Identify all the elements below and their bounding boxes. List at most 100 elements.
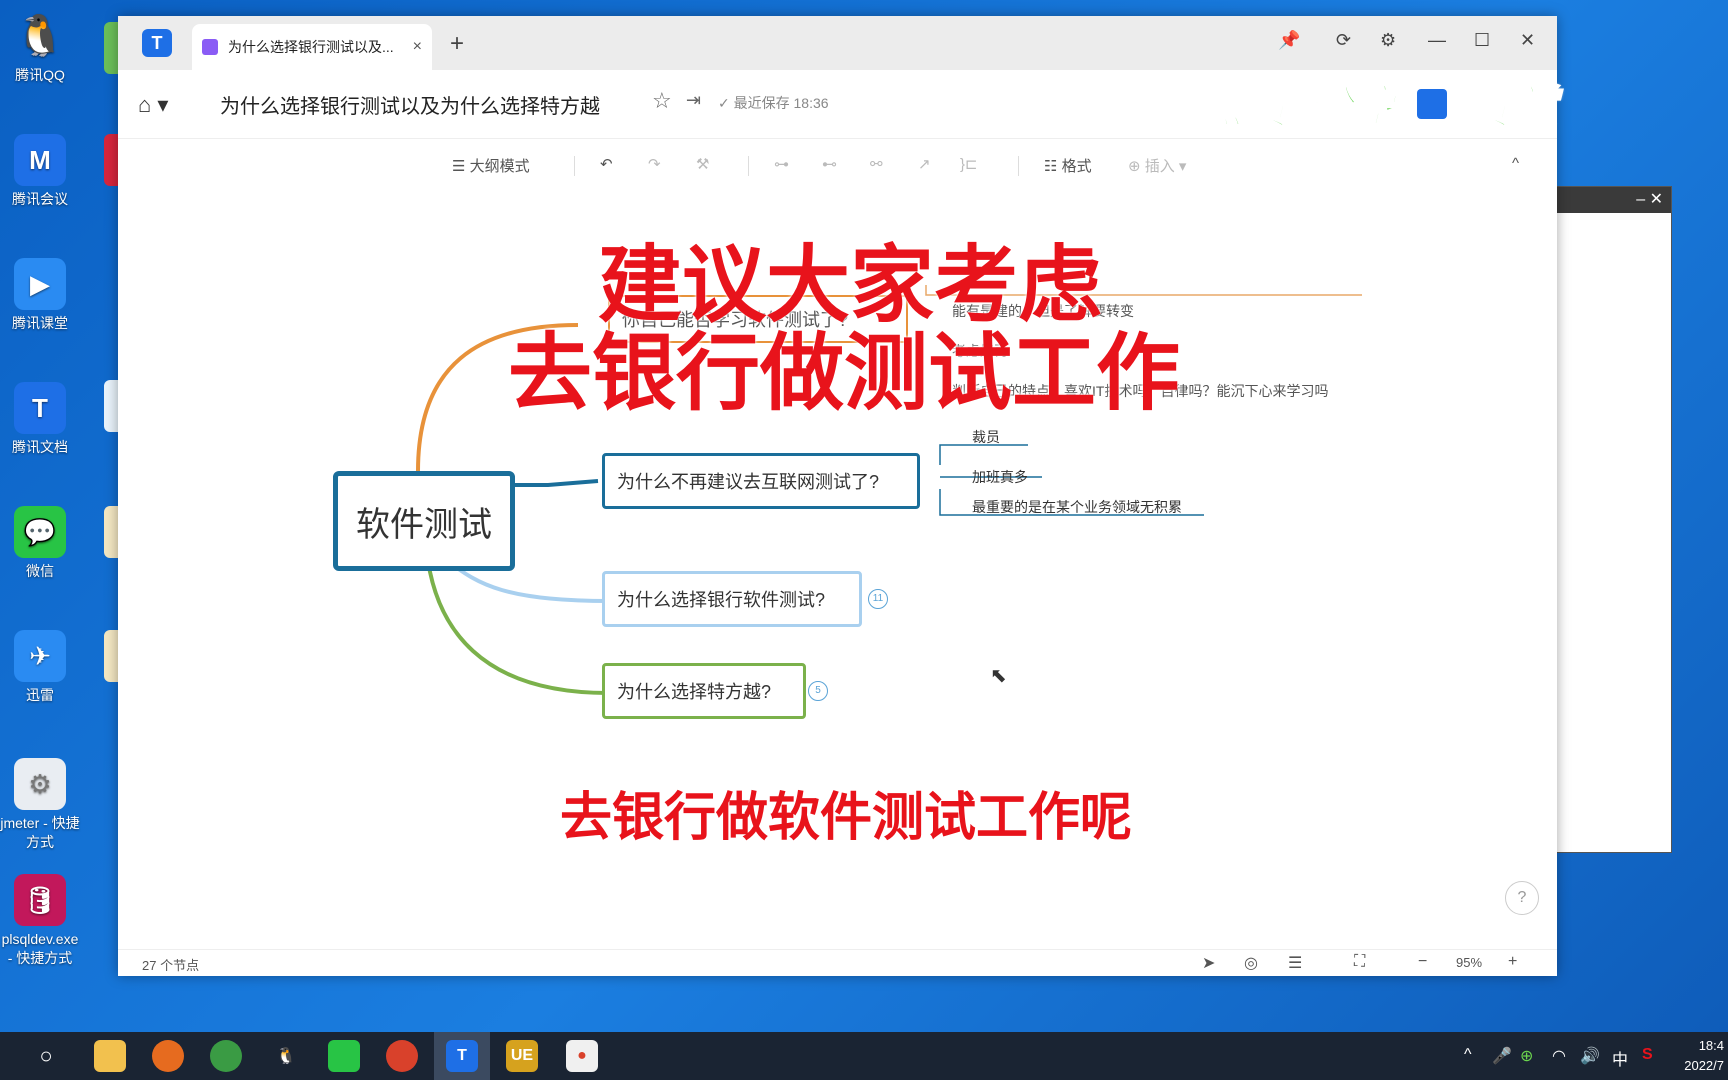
ue-editor-icon[interactable]: UE — [506, 1040, 538, 1072]
mindmap-canvas[interactable]: 软件测试 你自己能否学习软件测试了? 为什么不再建议去互联网测试了? 为什么选择… — [118, 195, 1557, 955]
tab-close-icon[interactable]: × — [413, 38, 422, 56]
leaf-connector — [939, 444, 1028, 465]
desktop-icon-tencent-docs[interactable]: T 腾讯文档 — [0, 382, 80, 457]
chrome-icon[interactable] — [210, 1040, 242, 1072]
system-clock[interactable]: 18:4 2022/7 — [1684, 1036, 1724, 1076]
taskbar: ○ 🐧 T UE ● ^ 🎤 ⊕ ◠ 🔊 中 S 18:4 2022/7 — [0, 1032, 1728, 1080]
connector-icon[interactable]: ↗ — [918, 155, 931, 173]
document-title[interactable]: 为什么选择银行测试以及为什么选择特方越 — [220, 90, 600, 119]
file-explorer-icon[interactable] — [94, 1040, 126, 1072]
collapse-toolbar-button[interactable]: ^ — [1512, 155, 1519, 172]
sogou-ime-icon[interactable]: S — [1642, 1046, 1653, 1064]
close-button[interactable]: ✕ — [1520, 30, 1535, 51]
wifi-icon[interactable]: ◠ — [1552, 1046, 1566, 1066]
settings-icon[interactable]: ⚙ — [1380, 30, 1396, 51]
outline-mode-button[interactable]: ☰ 大纲模式 — [452, 155, 530, 176]
summary-icon[interactable]: }⊏ — [960, 155, 978, 173]
layout-icon[interactable]: ☰ — [1288, 953, 1302, 973]
locate-icon[interactable]: ➤ — [1202, 953, 1215, 973]
mouse-cursor-icon: ⬉ — [990, 665, 1007, 687]
child-node-icon[interactable]: ⊶ — [774, 155, 789, 173]
plsqldev-icon: 🛢 — [14, 874, 66, 926]
desktop-icon-jmeter[interactable]: ⚙ jmeter - 快捷方式 — [0, 758, 80, 852]
mindmap-root-node[interactable]: 软件测试 — [333, 471, 515, 571]
desktop-icon-label: 腾讯会议 — [12, 191, 68, 207]
editor-toolbar: ☰ 大纲模式 ↶ ↷ ⚒ ⊶ ⊷ ⚯ ↗ }⊏ ☷ 格式 ⊕ 插入 ▾ ^ — [118, 139, 1557, 196]
snail-app-icon[interactable] — [386, 1040, 418, 1072]
zoom-level[interactable]: 95% — [1456, 955, 1482, 970]
fullscreen-icon[interactable]: ⛶ — [1354, 953, 1365, 971]
desktop-icon-label: plsqldev.exe - 快捷方式 — [1, 931, 79, 966]
ime-indicator[interactable]: 中 — [1612, 1046, 1628, 1070]
branch-node-bank[interactable]: 为什么选择银行软件测试? — [602, 571, 862, 627]
branch-node-tfy[interactable]: 为什么选择特方越? — [602, 663, 806, 719]
banner-reward: 赞赏 — [1464, 80, 1558, 134]
new-tab-button[interactable]: + — [450, 30, 464, 58]
desktop-icon-plsqldev[interactable]: 🛢 plsqldev.exe - 快捷方式 — [0, 874, 80, 968]
desktop-icon-wechat[interactable]: 💬 微信 — [0, 506, 80, 581]
firefox-icon[interactable] — [152, 1040, 184, 1072]
document-header: ⌂ ▾ 为什么选择银行测试以及为什么选择特方越 ☆ ⇥ ✓ 最近保存 18:36… — [118, 70, 1558, 139]
close-icon[interactable]: ✕ — [1650, 191, 1663, 208]
start-search-icon[interactable]: ○ — [30, 1040, 62, 1072]
branch-label: 为什么选择特方越? — [617, 682, 772, 702]
jmeter-icon: ⚙ — [14, 758, 66, 810]
toolbar-divider — [1018, 156, 1019, 176]
insert-button[interactable]: ⊕ 插入 ▾ — [1128, 155, 1186, 176]
clock-date: 2022/7 — [1684, 1058, 1724, 1073]
relation-icon[interactable]: ⚯ — [870, 155, 883, 173]
background-window[interactable]: – ✕ — [1555, 186, 1672, 853]
desktop-icon-thunder[interactable]: ✈ 迅雷 — [0, 630, 80, 705]
connector-tfy — [426, 560, 609, 695]
presentation-app-icon[interactable]: ● — [566, 1040, 598, 1072]
tab-title: 为什么选择银行测试以及... — [228, 39, 394, 55]
star-icon[interactable]: ☆ — [652, 88, 672, 114]
sync-icon[interactable]: ⟳ — [1336, 30, 1351, 51]
outline-mode-label: 大纲模式 — [469, 158, 530, 175]
tab-document[interactable]: 为什么选择银行测试以及... × — [192, 24, 432, 70]
app-logo-icon[interactable]: T — [142, 29, 172, 57]
collapsed-count-badge[interactable]: 5 — [808, 681, 828, 701]
home-icon[interactable]: ⌂ ▾ — [138, 92, 168, 118]
tray-plus-icon[interactable]: ⊕ — [1520, 1046, 1533, 1066]
share-button-chip[interactable] — [1417, 89, 1447, 119]
desktop-icon-label: 腾讯课堂 — [12, 315, 68, 331]
desktop-icon-tencent-classroom[interactable]: ▶ 腾讯课堂 — [0, 258, 80, 333]
wechat-taskbar-icon[interactable] — [328, 1040, 360, 1072]
leaf-node[interactable]: 最重要的是在某个业务领域无积累 — [972, 497, 1182, 517]
overlay-caption-line1: 建议大家考虑 — [598, 238, 1103, 332]
minimize-button[interactable]: — — [1428, 30, 1446, 51]
tencent-docs-taskbar-icon[interactable]: T — [446, 1040, 478, 1072]
focus-icon[interactable]: ◎ — [1244, 953, 1258, 973]
desktop-icon-tencent-meeting[interactable]: M 腾讯会议 — [0, 134, 80, 209]
zoom-out-button[interactable]: − — [1418, 953, 1427, 971]
help-button[interactable]: ? — [1505, 881, 1539, 915]
redo-icon[interactable]: ↷ — [648, 155, 661, 173]
qq-taskbar-icon[interactable]: 🐧 — [270, 1040, 302, 1072]
leaf-node[interactable]: 加班真多 — [972, 467, 1028, 487]
outline-icon: ☰ — [452, 158, 470, 175]
zoom-in-button[interactable]: + — [1508, 953, 1517, 971]
format-button[interactable]: ☷ 格式 — [1044, 155, 1092, 176]
volume-icon[interactable]: 🔊 — [1580, 1046, 1600, 1066]
pin-icon[interactable]: 📌 — [1278, 30, 1300, 51]
leaf-node[interactable]: 裁员 — [972, 427, 1000, 447]
format-painter-icon[interactable]: ⚒ — [696, 155, 709, 173]
collapsed-count-badge[interactable]: 11 — [868, 589, 888, 609]
maximize-button[interactable]: ☐ — [1474, 30, 1490, 51]
minimize-icon[interactable]: – — [1636, 191, 1645, 208]
sibling-node-icon[interactable]: ⊷ — [822, 155, 837, 173]
save-status: ✓ 最近保存 18:36 — [718, 95, 829, 111]
node-count: 27 个节点 — [142, 958, 200, 973]
connector-internet — [505, 479, 599, 487]
branch-node-internet[interactable]: 为什么不再建议去互联网测试了? — [602, 453, 920, 509]
thunder-icon: ✈ — [14, 630, 66, 682]
microphone-icon[interactable]: 🎤 — [1492, 1046, 1512, 1066]
move-to-folder-icon[interactable]: ⇥ — [686, 90, 701, 111]
desktop-icon-qq[interactable]: 🐧 腾讯QQ — [0, 10, 80, 85]
tencent-meeting-icon: M — [14, 134, 66, 186]
tray-expand-icon[interactable]: ^ — [1464, 1046, 1472, 1064]
undo-icon[interactable]: ↶ — [600, 155, 613, 173]
mindmap-doc-icon — [202, 39, 218, 55]
format-label: 格式 — [1061, 158, 1092, 175]
